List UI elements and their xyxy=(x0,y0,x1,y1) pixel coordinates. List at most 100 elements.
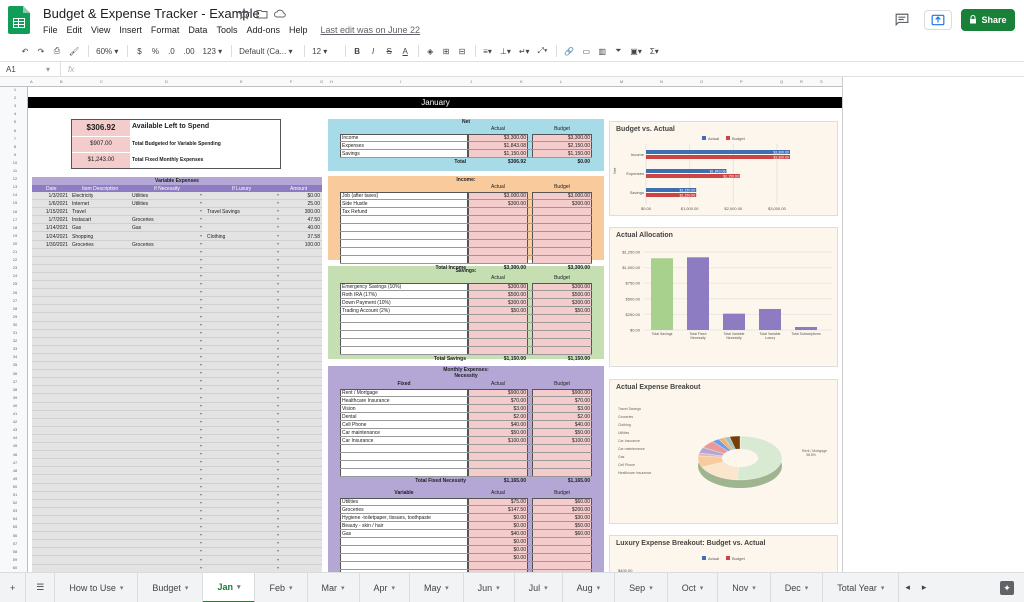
expense-breakout-chart[interactable]: Actual Expense Breakout Travel Savings Gr… xyxy=(609,379,838,524)
insert-comment-icon[interactable]: ▭ xyxy=(579,43,593,59)
last-edit-link[interactable]: Last edit was on June 22 xyxy=(321,25,421,35)
table-row[interactable] xyxy=(340,290,592,291)
actual-value[interactable]: $300.00 xyxy=(468,201,526,207)
increase-decimal-button[interactable]: .00 xyxy=(180,43,197,59)
tab-menu-icon[interactable]: ▾ xyxy=(185,584,189,592)
menu-help[interactable]: Help xyxy=(289,25,308,35)
budget-value[interactable]: $3,000.00 xyxy=(532,193,590,199)
paint-format-icon[interactable]: 🖌 xyxy=(66,43,82,59)
filter-views-icon[interactable]: ▣▾ xyxy=(627,43,645,59)
functions-icon[interactable]: Σ▾ xyxy=(647,43,662,59)
table-row[interactable] xyxy=(340,529,592,530)
budget-value[interactable]: $500.00 xyxy=(532,292,590,298)
table-row[interactable] xyxy=(340,396,592,397)
budget-value[interactable]: $50.00 xyxy=(532,523,590,529)
actual-value[interactable]: $3,000.00 xyxy=(468,193,526,199)
table-row[interactable] xyxy=(340,428,592,429)
text-rotate-icon[interactable]: ⤢▾ xyxy=(535,43,551,59)
actual-value[interactable]: $0.00 xyxy=(468,515,526,521)
savings-total-budget[interactable]: $1,150.00 xyxy=(532,356,590,362)
scroll-tabs-left-icon[interactable]: ◂ xyxy=(899,573,916,602)
row-label[interactable]: Tax Refund xyxy=(342,209,467,215)
table-row[interactable] xyxy=(340,476,592,477)
scroll-tabs-right-icon[interactable]: ▸ xyxy=(916,573,933,602)
budget-value[interactable]: $900.00 xyxy=(532,390,590,396)
table-row[interactable] xyxy=(340,354,592,355)
actual-value[interactable]: $50.00 xyxy=(468,308,526,314)
budget-value[interactable]: $3,300.00 xyxy=(532,135,590,141)
actual-value[interactable]: $40.00 xyxy=(468,422,526,428)
sheet-tab-mar[interactable]: Mar ▾ xyxy=(308,572,360,602)
align-horizontal-icon[interactable]: ≡▾ xyxy=(480,43,495,59)
sheet-tab-dec[interactable]: Dec ▾ xyxy=(771,572,824,602)
more-formats-button[interactable]: 123 ▾ xyxy=(200,43,226,59)
print-icon[interactable]: ⎙ xyxy=(50,43,64,59)
table-row[interactable] xyxy=(340,521,592,522)
row-label[interactable]: Down Payment (10%) xyxy=(342,300,467,306)
table-row[interactable] xyxy=(340,149,592,150)
budget-value[interactable]: $60.00 xyxy=(532,531,590,537)
all-sheets-button[interactable]: ☰ xyxy=(26,572,56,602)
move-folder-icon[interactable] xyxy=(254,6,270,22)
tab-menu-icon[interactable]: ▾ xyxy=(289,584,293,592)
actual-value[interactable]: $300.00 xyxy=(468,284,526,290)
row-label[interactable]: Utilities xyxy=(342,499,467,505)
budget-value[interactable]: $50.00 xyxy=(532,308,590,314)
tab-menu-icon[interactable]: ▾ xyxy=(881,584,885,592)
budget-value[interactable]: $300.00 xyxy=(532,201,590,207)
align-vertical-icon[interactable]: ⊥▾ xyxy=(497,43,514,59)
currency-format-button[interactable]: $ xyxy=(132,43,146,59)
redo-icon[interactable]: ↷ xyxy=(34,43,48,59)
sheet-tab-nov[interactable]: Nov ▾ xyxy=(718,572,771,602)
net-total-budget[interactable]: $0.00 xyxy=(532,159,590,165)
net-total-actual[interactable]: $306.92 xyxy=(468,159,526,165)
row-label[interactable]: Groceries xyxy=(342,507,467,513)
row-label[interactable]: Hygiene -toiletpaper, tissues, toothpast… xyxy=(342,515,467,521)
sheet-tab-jun[interactable]: Jun ▾ xyxy=(464,572,515,602)
undo-icon[interactable]: ↶ xyxy=(18,43,32,59)
actual-value[interactable]: $3.00 xyxy=(468,406,526,412)
row-label[interactable]: Cell Phone xyxy=(342,422,467,428)
tab-menu-icon[interactable]: ▾ xyxy=(392,584,396,592)
tab-menu-icon[interactable]: ▾ xyxy=(597,584,601,592)
decrease-decimal-button[interactable]: .0 xyxy=(164,43,178,59)
budget-value[interactable]: $300.00 xyxy=(532,300,590,306)
row-label[interactable]: Healthcare Insurance xyxy=(342,398,467,404)
actual-value[interactable]: $50.00 xyxy=(468,430,526,436)
sheet-tab-how-to-use[interactable]: How to Use ▾ xyxy=(55,572,139,602)
text-color-button[interactable]: A xyxy=(398,43,412,59)
budget-value[interactable]: $1,150.00 xyxy=(532,151,590,157)
tab-menu-icon[interactable]: ▾ xyxy=(752,584,756,592)
tab-menu-icon[interactable]: ▾ xyxy=(544,584,548,592)
table-row[interactable] xyxy=(340,231,592,232)
table-row[interactable] xyxy=(340,561,592,562)
table-row[interactable] xyxy=(340,322,592,323)
formula-input[interactable] xyxy=(86,62,1024,77)
add-sheet-button[interactable]: + xyxy=(0,572,27,602)
monthly-fixed-total-budget[interactable]: $1,165.00 xyxy=(532,478,590,484)
strikethrough-button[interactable]: S xyxy=(382,43,396,59)
actual-value[interactable]: $500.00 xyxy=(468,292,526,298)
row-label[interactable]: Dental xyxy=(342,414,467,420)
table-row[interactable] xyxy=(340,215,592,216)
table-row[interactable] xyxy=(340,255,592,256)
table-row[interactable] xyxy=(340,330,592,331)
table-row[interactable] xyxy=(340,263,592,264)
table-row[interactable] xyxy=(340,569,592,570)
actual-value[interactable]: $1,843.08 xyxy=(468,143,526,149)
budget-vs-actual-chart[interactable]: Budget vs. Actual Actual Budget Net $0.00 $1… xyxy=(609,121,838,216)
table-row[interactable] xyxy=(340,412,592,413)
sheet-tab-budget[interactable]: Budget ▾ xyxy=(138,572,204,602)
present-button[interactable] xyxy=(924,10,952,30)
row-label[interactable]: Beauty - skin / hair xyxy=(342,523,467,529)
share-button[interactable]: Share xyxy=(961,9,1015,31)
table-row[interactable] xyxy=(340,444,592,445)
explore-icon[interactable]: ✦ xyxy=(1000,581,1014,595)
table-row[interactable] xyxy=(340,436,592,437)
row-label[interactable]: Emergency Savings (10%) xyxy=(342,284,467,290)
row-label[interactable]: Side Hustle xyxy=(342,201,467,207)
menu-tools[interactable]: Tools xyxy=(216,25,237,35)
table-row[interactable] xyxy=(340,207,592,208)
document-title[interactable]: Budget & Expense Tracker - Example xyxy=(43,6,260,21)
table-row[interactable] xyxy=(340,141,592,142)
